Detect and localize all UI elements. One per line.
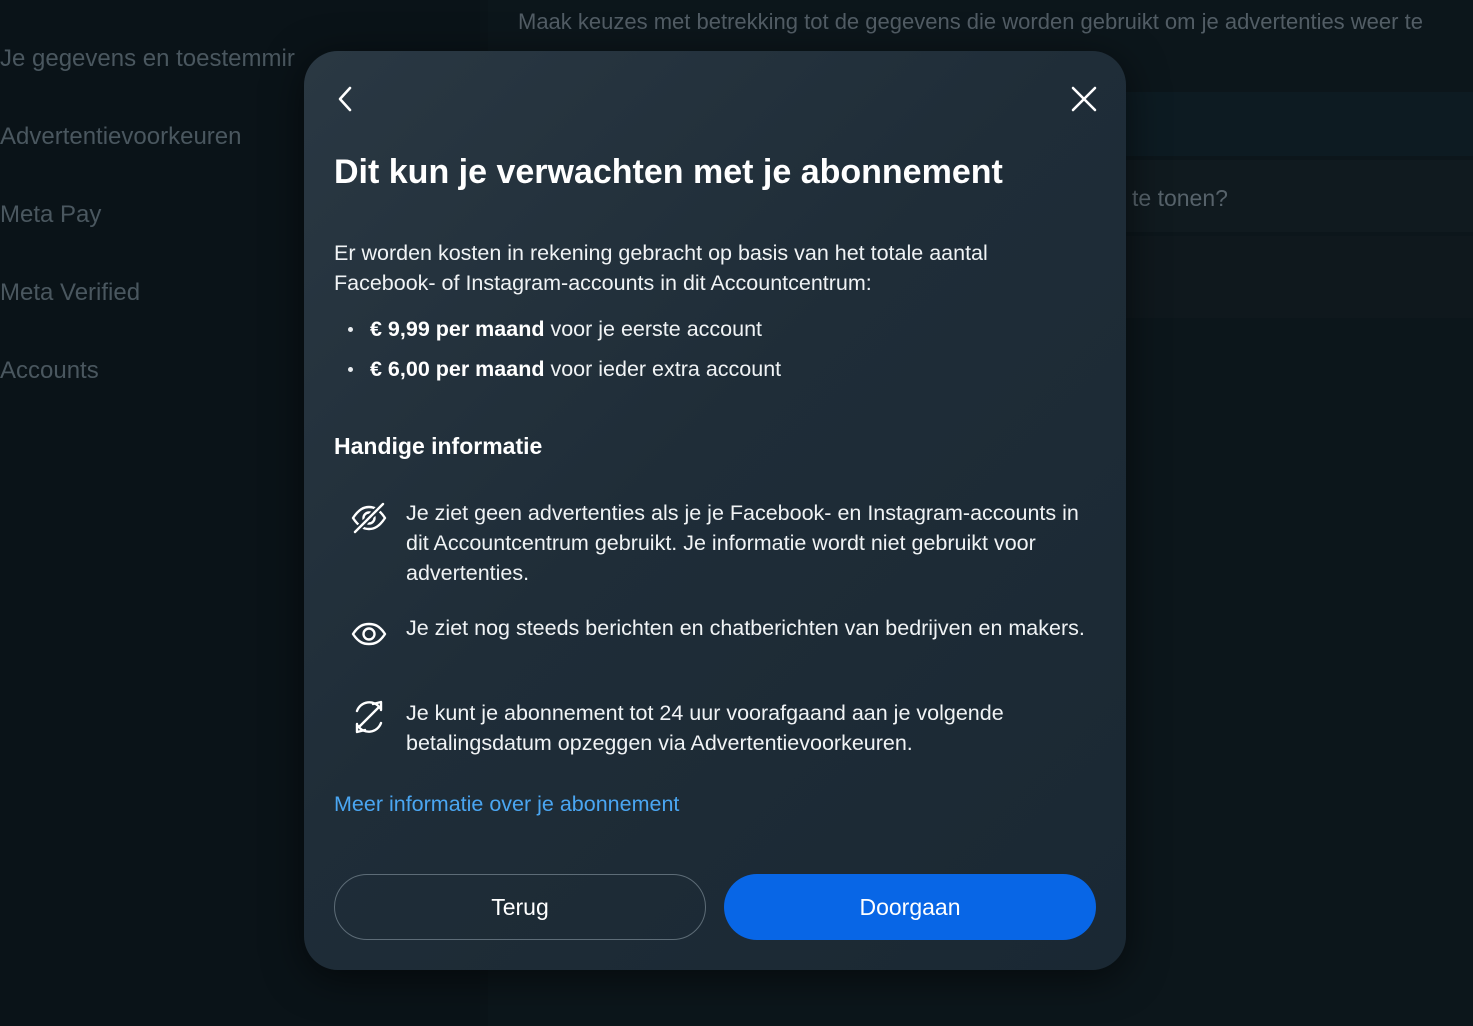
eye-icon [350,615,388,653]
back-icon[interactable] [324,77,368,121]
price-item-first-account: € 9,99 per maand voor je eerste account [334,314,1094,354]
sidebar-item-accounts[interactable]: Accounts [0,357,99,385]
page: Je gegevens en toestemmir Advertentievoo… [0,0,1473,1026]
dialog-title: Dit kun je verwachten met je abonnement [334,153,1003,191]
info-text: Je kunt je abonnement tot 24 uur voorafg… [406,701,1004,755]
sidebar-item-meta-pay[interactable]: Meta Pay [0,201,101,229]
sidebar-item-your-data[interactable]: Je gegevens en toestemmir [0,45,295,73]
sidebar-item-ad-preferences[interactable]: Advertentievoorkeuren [0,123,241,151]
background-question-text: te tonen? [1132,185,1228,211]
info-text: Je ziet nog steeds berichten en chatberi… [406,616,1085,640]
price-amount: € 9,99 per maand [370,317,545,341]
price-amount: € 6,00 per maand [370,357,545,381]
section-title: Handige informatie [334,433,543,459]
close-icon[interactable] [1062,77,1106,121]
price-description: voor ieder extra account [550,357,782,381]
background-row [1126,92,1473,156]
subscription-dialog: Dit kun je verwachten met je abonnement … [304,51,1126,970]
background-row[interactable] [1126,236,1473,318]
eye-slash-icon [350,499,388,537]
info-item-messages: Je ziet nog steeds berichten en chatberi… [334,613,1094,679]
pricing-intro: Er worden kosten in rekening gebracht op… [334,241,988,295]
info-item-no-ads: Je ziet geen advertenties als je je Face… [334,498,1094,594]
price-description: voor je eerste account [550,317,763,341]
price-item-extra-account: € 6,00 per maand voor ieder extra accoun… [334,354,1094,394]
sidebar-item-meta-verified[interactable]: Meta Verified [0,279,140,307]
bullet-icon [348,327,353,332]
cancel-cycle-icon [350,698,388,736]
continue-button[interactable]: Doorgaan [724,874,1096,940]
back-button[interactable]: Terug [334,874,706,940]
background-description: Maak keuzes met betrekking tot de gegeve… [518,9,1423,46]
bullet-icon [348,367,353,372]
price-list: € 9,99 per maand voor je eerste account … [334,314,1094,394]
info-text: Je ziet geen advertenties als je je Face… [406,501,1079,585]
more-info-link[interactable]: Meer informatie over je abonnement [334,789,679,819]
info-item-cancel: Je kunt je abonnement tot 24 uur voorafg… [334,698,1094,764]
